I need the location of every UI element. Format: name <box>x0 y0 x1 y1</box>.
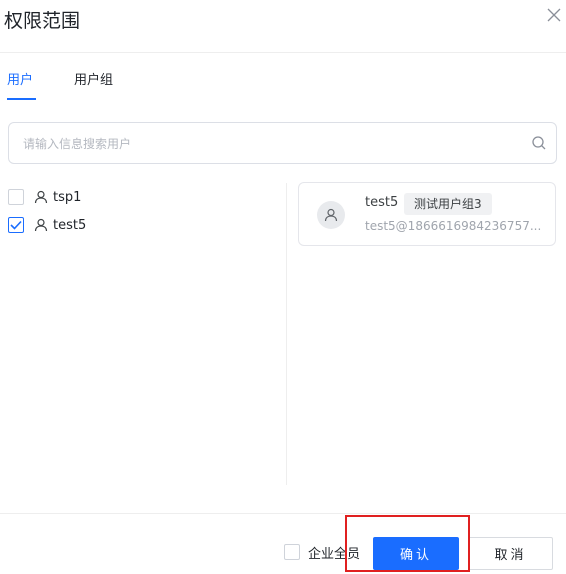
footer-divider <box>0 513 566 514</box>
cancel-button[interactable]: 取消 <box>468 537 553 570</box>
checkmark-icon <box>10 220 22 230</box>
search-icon[interactable] <box>531 135 547 151</box>
all-members-option[interactable]: 企业全员 <box>284 543 361 562</box>
selected-user-name: test5 <box>365 195 399 210</box>
all-members-label: 企业全员 <box>308 546 361 562</box>
user-checkbox[interactable] <box>8 189 24 205</box>
user-checkbox-checked[interactable] <box>8 217 24 233</box>
active-tab-indicator <box>7 98 36 100</box>
user-group-tag: 测试用户组3 <box>404 193 492 215</box>
selected-user-card[interactable]: test5 测试用户组3 test5@1866616984236757... <box>298 182 556 246</box>
confirm-button[interactable]: 确认 <box>373 537 459 570</box>
search-box[interactable] <box>8 122 557 165</box>
tab-users[interactable]: 用户 <box>7 69 33 88</box>
person-icon <box>34 190 48 204</box>
user-name: test5 <box>53 217 87 233</box>
avatar <box>317 201 345 229</box>
header-divider <box>0 52 566 53</box>
user-name: tsp1 <box>53 189 82 205</box>
close-button[interactable] <box>543 4 565 26</box>
search-input[interactable] <box>21 123 525 165</box>
tab-user-groups[interactable]: 用户组 <box>74 69 113 88</box>
selected-user-email: test5@1866616984236757... <box>365 219 542 233</box>
all-members-checkbox[interactable] <box>284 544 300 560</box>
person-icon <box>34 218 48 232</box>
avatar-icon <box>324 208 338 222</box>
user-item-tsp1[interactable]: tsp1 <box>8 186 81 208</box>
panel-divider <box>286 183 287 485</box>
close-icon[interactable] <box>547 8 561 22</box>
dialog-title: 权限范围 <box>4 10 81 32</box>
user-item-test5[interactable]: test5 <box>8 214 86 236</box>
